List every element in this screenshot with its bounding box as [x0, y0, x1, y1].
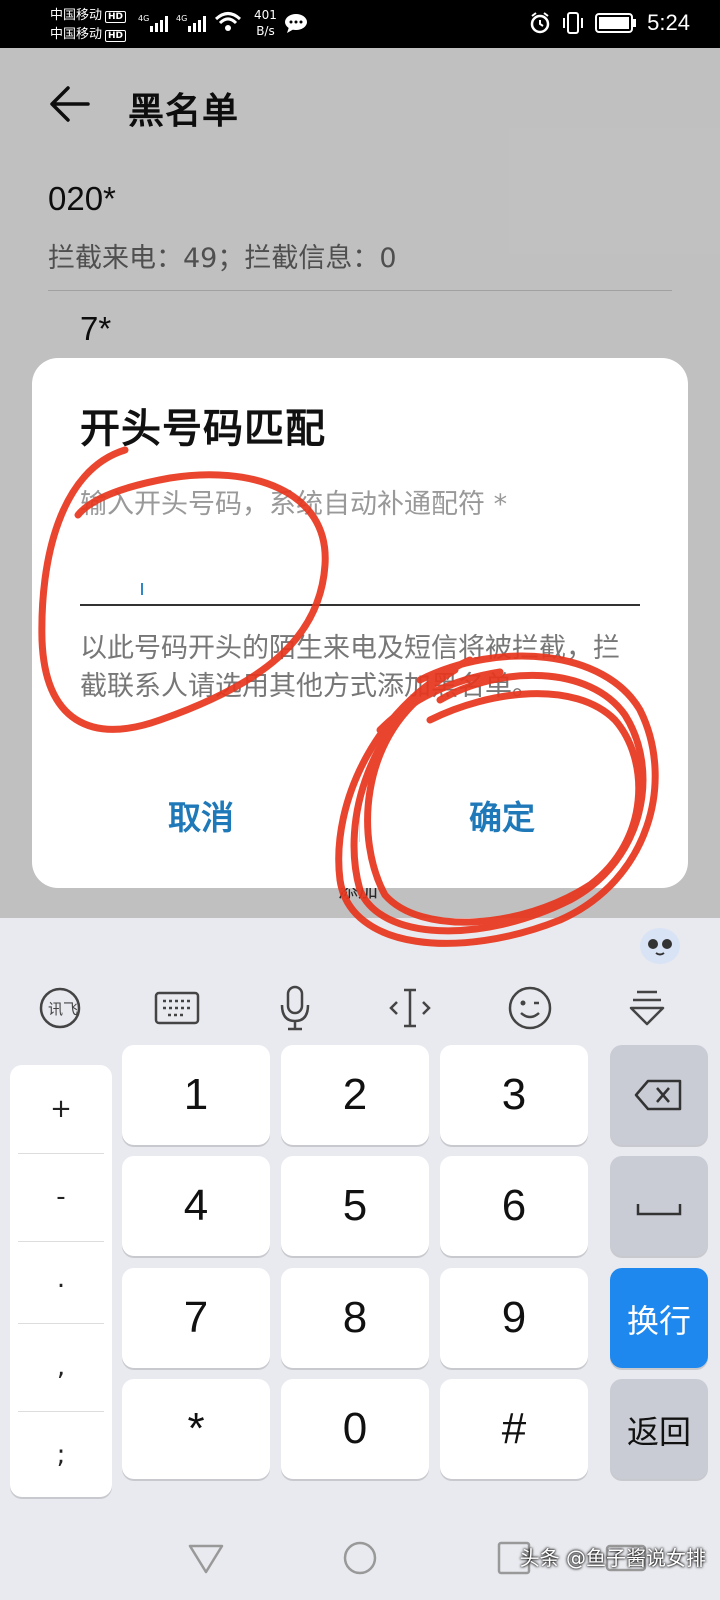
enter-key[interactable]: 换行: [610, 1268, 708, 1368]
nav-back-icon[interactable]: [186, 1538, 226, 1578]
digit-key-4[interactable]: 4: [122, 1156, 270, 1256]
keyboard-toolbar: 讯飞: [0, 978, 720, 1048]
hd-badge: HD: [105, 11, 127, 23]
backspace-icon: [634, 1079, 682, 1111]
carrier-2: 中国移动: [50, 27, 103, 42]
clock: 5:24: [647, 10, 690, 35]
cursor-move-icon[interactable]: [380, 978, 440, 1038]
space-icon: [636, 1204, 682, 1216]
microphone-icon[interactable]: [265, 978, 325, 1038]
input-hint: 输入开头号码，系统自动补通配符 *: [80, 489, 508, 520]
svg-text:4G: 4G: [138, 14, 149, 23]
carrier-1: 中国移动: [50, 8, 103, 23]
return-key-label: 返回: [626, 1413, 691, 1451]
collapse-keyboard-icon[interactable]: [617, 978, 677, 1038]
navigation-bar: 头条 @鱼子酱说女排: [0, 1518, 720, 1600]
hash-key[interactable]: #: [440, 1379, 588, 1479]
star-key[interactable]: *: [122, 1379, 270, 1479]
numeric-keyboard: 讯飞 + - . , ; 1 2 3 4 5 6 7 8 9 * 0 # 换行 …: [0, 918, 720, 1518]
symbol-key[interactable]: ,: [18, 1323, 104, 1411]
space-key[interactable]: [610, 1156, 708, 1256]
battery-icon: [595, 13, 637, 33]
signal-icon: 4G: [138, 14, 168, 32]
emoji-icon[interactable]: [500, 978, 560, 1038]
vibrate-icon: [563, 12, 584, 34]
digit-key-6[interactable]: 6: [440, 1156, 588, 1256]
digit-key-8[interactable]: 8: [281, 1268, 429, 1368]
digit-key-7[interactable]: 7: [122, 1268, 270, 1368]
symbol-key[interactable]: +: [18, 1065, 104, 1153]
backspace-key[interactable]: [610, 1045, 708, 1145]
keyboard-icon[interactable]: [147, 978, 207, 1038]
symbol-key[interactable]: .: [18, 1235, 104, 1323]
alarm-icon: [530, 12, 550, 34]
symbol-key[interactable]: -: [18, 1153, 104, 1241]
digit-key-5[interactable]: 5: [281, 1156, 429, 1256]
digit-key-9[interactable]: 9: [440, 1268, 588, 1368]
wifi-icon: [214, 12, 242, 31]
network-speed: 401 B/s: [254, 8, 277, 38]
button-divider: [359, 798, 360, 842]
mascot-icon[interactable]: [640, 928, 680, 964]
svg-text:讯飞: 讯飞: [48, 1000, 78, 1018]
nav-home-icon[interactable]: [340, 1538, 380, 1578]
symbol-column: + - . , ;: [10, 1065, 112, 1497]
prefix-match-dialog: 开头号码匹配 输入开头号码，系统自动补通配符 * 以此号码开头的陌生来电及短信将…: [32, 358, 688, 888]
hd-badge: HD: [105, 30, 127, 42]
confirm-button[interactable]: 确定: [377, 778, 627, 858]
watermark: 头条 @鱼子酱说女排: [519, 1546, 706, 1570]
digit-key-0[interactable]: 0: [281, 1379, 429, 1479]
status-bar: 中国移动 HD 中国移动 HD 4G 4G 401 B/s 5:24: [0, 0, 720, 48]
dialog-title: 开头号码匹配: [80, 406, 326, 452]
dialog-description: 以此号码开头的陌生来电及短信将被拦截，拦截联系人请选用其他方式添加黑名单。: [80, 633, 620, 702]
text-cursor: [141, 583, 143, 595]
symbol-key[interactable]: ;: [18, 1411, 104, 1499]
svg-text:4G: 4G: [176, 14, 187, 23]
handwriting-logo-icon[interactable]: 讯飞: [30, 978, 90, 1038]
enter-key-label: 换行: [626, 1302, 691, 1340]
message-icon: [285, 14, 307, 33]
digit-key-1[interactable]: 1: [122, 1045, 270, 1145]
prefix-number-input[interactable]: [80, 536, 640, 606]
signal-icon: 4G: [176, 14, 206, 32]
cancel-button[interactable]: 取消: [76, 778, 326, 858]
return-key[interactable]: 返回: [610, 1379, 708, 1479]
digit-key-3[interactable]: 3: [440, 1045, 588, 1145]
carrier-info: 中国移动 HD 中国移动 HD: [50, 7, 127, 45]
digit-key-2[interactable]: 2: [281, 1045, 429, 1145]
